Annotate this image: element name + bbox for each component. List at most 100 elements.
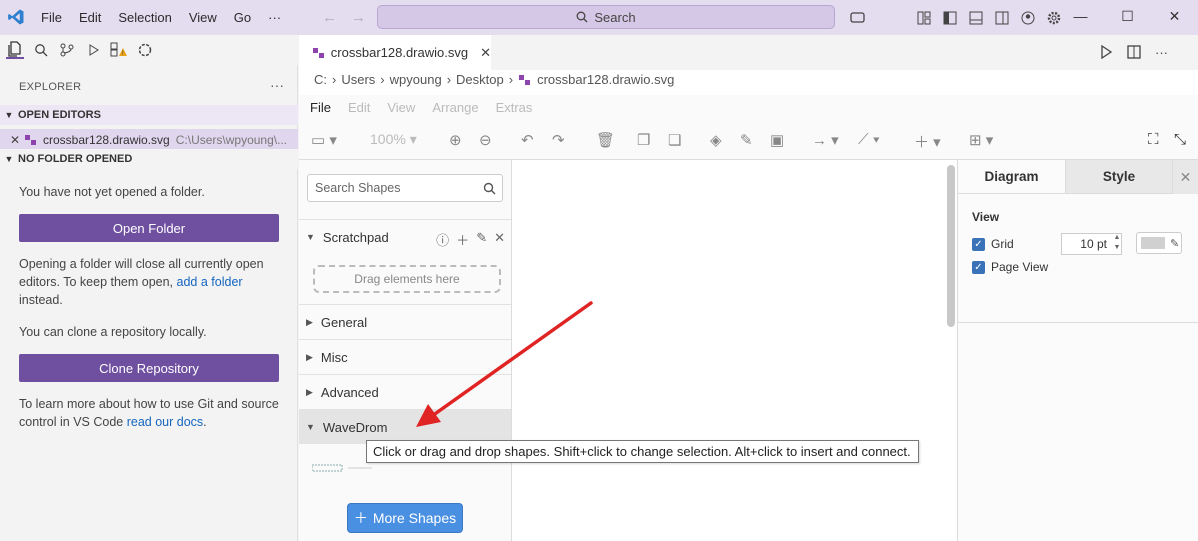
grid-size-stepper[interactable]: ▲ ▼: [1111, 233, 1123, 255]
zoom-select[interactable]: 100% ▾: [370, 131, 417, 148]
customize-layout-icon[interactable]: [911, 9, 937, 26]
close-tab-icon[interactable]: ✕: [480, 45, 491, 61]
drawio-menu-extras[interactable]: Extras: [496, 100, 533, 115]
forward-arrow-icon[interactable]: →: [351, 9, 380, 26]
read-docs-link[interactable]: read our docs: [127, 415, 203, 429]
line-color-icon[interactable]: ✎: [740, 131, 753, 149]
general-label: General: [320, 314, 368, 330]
diagram-canvas[interactable]: [513, 160, 958, 541]
breadcrumb-users[interactable]: Users: [341, 72, 375, 87]
edit-pencil-icon[interactable]: ✎: [476, 230, 487, 249]
breadcrumb-user[interactable]: wpyoung: [390, 72, 442, 87]
redo-icon[interactable]: ↷: [552, 131, 565, 149]
drawio-file-icon: [25, 135, 36, 145]
zoom-in-icon[interactable]: ⊕: [449, 131, 462, 149]
maximize-icon[interactable]: ☐: [1104, 0, 1151, 32]
extensions-icon[interactable]: !: [110, 41, 128, 59]
command-center-search[interactable]: Search: [377, 5, 835, 29]
open-editor-item[interactable]: ✕ crossbar128.drawio.svg C:\Users\wpyoun…: [0, 129, 298, 151]
page-view-label: Page View: [991, 260, 1049, 274]
back-arrow-icon[interactable]: ←: [322, 9, 351, 26]
tab-crossbar128[interactable]: crossbar128.drawio.svg ✕: [299, 35, 491, 70]
advanced-label: Advanced: [320, 384, 379, 400]
toggle-secondary-sidebar-icon[interactable]: [989, 9, 1015, 26]
toggle-sidebar-icon[interactable]: [937, 9, 963, 26]
menu-file[interactable]: File: [41, 10, 62, 25]
table-icon[interactable]: ⊞ ▾: [969, 131, 993, 149]
to-back-icon[interactable]: ❏: [668, 131, 681, 149]
wavedrom-shape-thumbnail[interactable]: [312, 463, 374, 473]
tab-style[interactable]: Style: [1065, 160, 1172, 194]
misc-label: Misc: [320, 349, 348, 365]
clone-repository-button[interactable]: Clone Repository: [19, 354, 279, 382]
general-section[interactable]: ▶ General: [299, 304, 511, 339]
drawio-menu-view[interactable]: View: [387, 100, 415, 115]
run-debug-icon[interactable]: [84, 41, 102, 59]
open-folder-button[interactable]: Open Folder: [19, 214, 279, 242]
to-front-icon[interactable]: ❐: [637, 131, 650, 149]
run-icon[interactable]: [1099, 45, 1113, 59]
panels-toggle-icon[interactable]: ▭ ▾: [311, 131, 337, 149]
grid-size-value: 10 pt: [1080, 237, 1107, 251]
connection-icon[interactable]: → ▾: [812, 131, 839, 149]
grid-color-button[interactable]: ✎: [1136, 232, 1182, 254]
page-view-checkbox[interactable]: ✓ Page View: [972, 260, 1048, 274]
window-controls: — ☐ ✕: [1057, 0, 1198, 32]
close-window-icon[interactable]: ✕: [1151, 0, 1198, 32]
add-icon[interactable]: ＋: [456, 230, 469, 249]
help-icon[interactable]: ⓘ: [436, 230, 449, 249]
open-editors-header[interactable]: ▼ OPEN EDITORS: [0, 105, 298, 125]
canvas-scrollbar[interactable]: [947, 165, 955, 327]
account-icon[interactable]: [1015, 9, 1041, 26]
delete-icon[interactable]: 🗑: [596, 131, 615, 149]
more-actions-icon[interactable]: ···: [1155, 45, 1168, 60]
format-tabs: Diagram Style ✕: [958, 160, 1198, 194]
waypoints-icon[interactable]: ⟋ ▾: [858, 131, 880, 148]
drawio-menu-file[interactable]: File: [310, 100, 331, 115]
drawio-menu-edit[interactable]: Edit: [348, 100, 370, 115]
menu-go[interactable]: Go: [234, 10, 251, 25]
undo-icon[interactable]: ↶: [521, 131, 534, 149]
advanced-section[interactable]: ▶ Advanced: [299, 374, 511, 409]
source-control-icon[interactable]: [58, 41, 76, 59]
collapse-icon[interactable]: ⤡: [1174, 131, 1186, 148]
close-panel-icon[interactable]: ✕: [1172, 160, 1198, 194]
chatgpt-icon[interactable]: [136, 41, 154, 59]
zoom-out-icon[interactable]: ⊖: [479, 131, 492, 149]
chevron-right-icon: ›: [380, 72, 385, 87]
grid-checkbox[interactable]: ✓ Grid: [972, 237, 1014, 251]
wavedrom-section[interactable]: ▼ WaveDrom: [299, 409, 511, 444]
menu-selection[interactable]: Selection: [118, 10, 171, 25]
misc-section[interactable]: ▶ Misc: [299, 339, 511, 374]
shadow-icon[interactable]: ▣: [770, 131, 784, 149]
drawio-menu-arrange[interactable]: Arrange: [432, 100, 478, 115]
fullscreen-icon[interactable]: ⛶: [1148, 131, 1159, 148]
toggle-panel-icon[interactable]: [963, 9, 989, 26]
close-icon[interactable]: ✕: [10, 133, 24, 147]
more-shapes-button[interactable]: ＋ More Shapes: [347, 503, 463, 533]
title-bar: File Edit Selection View Go ··· ←→ Searc…: [0, 0, 1198, 35]
breadcrumb-file[interactable]: crossbar128.drawio.svg: [537, 72, 674, 87]
split-editor-icon[interactable]: [1127, 45, 1141, 59]
menu-edit[interactable]: Edit: [79, 10, 101, 25]
scratchpad-section[interactable]: ▼ Scratchpad ⓘ ＋ ✎ ✕: [299, 219, 511, 254]
explorer-icon[interactable]: [6, 41, 24, 59]
add-folder-link[interactable]: add a folder: [177, 275, 243, 289]
minimize-icon[interactable]: —: [1057, 0, 1104, 32]
search-view-icon[interactable]: [32, 41, 50, 59]
breadcrumb-drive[interactable]: C:: [314, 72, 327, 87]
scratchpad-dropzone[interactable]: Drag elements here: [313, 265, 501, 293]
close-icon[interactable]: ✕: [494, 230, 505, 249]
tab-diagram[interactable]: Diagram: [958, 160, 1065, 194]
breadcrumb-desktop[interactable]: Desktop: [456, 72, 504, 87]
sidebar-more-button[interactable]: ···: [270, 77, 284, 93]
no-folder-header[interactable]: ▼ NO FOLDER OPENED: [0, 149, 298, 169]
menu-view[interactable]: View: [189, 10, 217, 25]
plus-icon: ＋: [353, 510, 368, 526]
scratchpad-label: Scratchpad: [322, 229, 389, 245]
copilot-icon[interactable]: ⌄: [845, 9, 871, 26]
search-shapes-input[interactable]: Search Shapes: [307, 174, 503, 202]
menu-more[interactable]: ···: [268, 10, 281, 25]
fill-color-icon[interactable]: ◈: [710, 131, 722, 149]
insert-icon[interactable]: ＋ ▾: [914, 131, 941, 152]
